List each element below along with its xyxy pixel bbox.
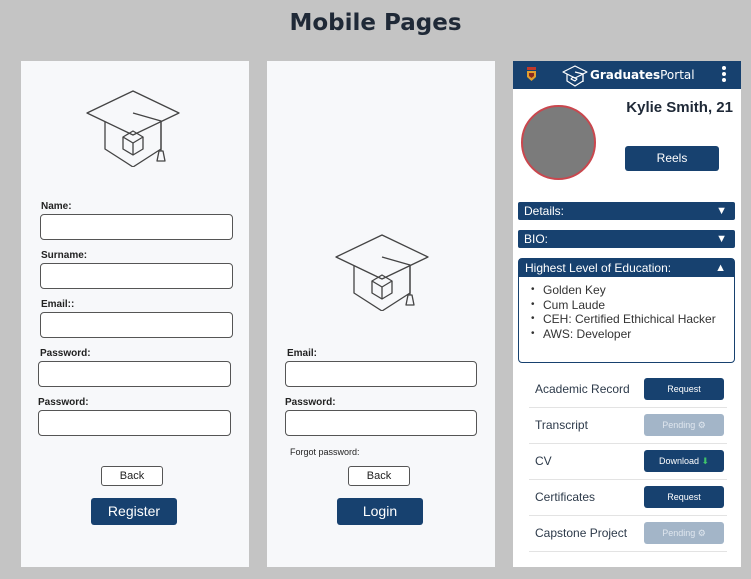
- email-field[interactable]: [285, 361, 477, 387]
- doc-label: CV: [535, 454, 552, 468]
- doc-row-cv: CV Download ⬇: [529, 444, 727, 480]
- gear-icon: ⚙: [697, 420, 706, 430]
- details-label: Details:: [524, 204, 565, 218]
- reels-button[interactable]: Reels: [625, 146, 719, 171]
- download-label: Download: [658, 456, 699, 466]
- email-field[interactable]: [40, 312, 233, 338]
- name-label: Name:: [41, 201, 72, 212]
- download-button[interactable]: Download ⬇: [644, 450, 724, 472]
- list-item: CEH: Certified Ethichical Hacker: [531, 312, 731, 327]
- password-label: Password:: [40, 348, 91, 359]
- details-section-toggle[interactable]: Details: ▼: [518, 202, 735, 220]
- bio-label: BIO:: [524, 232, 549, 246]
- profile-screen: GraduatesPortal Kylie Smith, 21 Reels De…: [513, 61, 741, 567]
- pending-label: Pending: [662, 528, 696, 538]
- bio-section-toggle[interactable]: BIO: ▼: [518, 230, 735, 248]
- graduation-cap-icon: [562, 65, 588, 87]
- email-label: Email:: [287, 348, 318, 359]
- profile-name: Kylie Smith, 21: [626, 99, 733, 116]
- doc-label: Transcript: [535, 418, 588, 432]
- graduation-cap-icon: [86, 90, 180, 167]
- forgot-password-link[interactable]: Forgot password:: [290, 447, 360, 457]
- doc-label: Certificates: [535, 490, 596, 504]
- triangle-up-icon: ▲: [715, 262, 726, 274]
- triangle-down-icon: ▼: [716, 233, 727, 245]
- education-section-toggle[interactable]: Highest Level of Education: ▲: [519, 259, 734, 277]
- surname-label: Surname:: [41, 250, 88, 261]
- brand-name: GraduatesPortal: [590, 68, 695, 82]
- surname-field[interactable]: [40, 263, 233, 289]
- back-button[interactable]: Back: [101, 466, 163, 486]
- request-button[interactable]: Request: [644, 378, 724, 400]
- education-panel: Highest Level of Education: ▲ Golden Key…: [518, 258, 735, 363]
- doc-label: Capstone Project: [535, 526, 628, 540]
- request-label: Request: [667, 492, 701, 502]
- back-button[interactable]: Back: [348, 466, 410, 486]
- pending-label: Pending: [662, 420, 696, 430]
- doc-label: Academic Record: [535, 382, 630, 396]
- list-item: Cum Laude: [531, 298, 731, 313]
- password-field[interactable]: [38, 361, 231, 387]
- email-label: Email::: [41, 299, 75, 310]
- triangle-down-icon: ▼: [716, 205, 727, 217]
- doc-row-capstone-project: Capstone Project Pending ⚙: [529, 516, 727, 552]
- brand-light: Portal: [660, 68, 695, 82]
- request-label: Request: [667, 384, 701, 394]
- app-header: GraduatesPortal: [513, 61, 741, 89]
- doc-row-academic-record: Academic Record Request: [529, 372, 727, 408]
- register-screen: Name: Surname: Email:: Password: Passwor…: [21, 61, 249, 567]
- login-button[interactable]: Login: [337, 498, 423, 525]
- education-list: Golden Key Cum Laude CEH: Certified Ethi…: [531, 283, 731, 341]
- pending-button[interactable]: Pending ⚙: [644, 414, 724, 436]
- doc-row-certificates: Certificates Request: [529, 480, 727, 516]
- graduation-cap-icon: [335, 234, 429, 311]
- register-button[interactable]: Register: [91, 498, 177, 525]
- avatar[interactable]: [521, 105, 596, 180]
- confirm-password-label: Password:: [38, 397, 89, 408]
- confirm-password-field[interactable]: [38, 410, 231, 436]
- education-heading: Highest Level of Education:: [525, 261, 672, 275]
- list-item: AWS: Developer: [531, 327, 731, 342]
- page-title: Mobile Pages: [289, 10, 462, 36]
- list-item: Golden Key: [531, 283, 731, 298]
- name-field[interactable]: [40, 214, 233, 240]
- pending-button[interactable]: Pending ⚙: [644, 522, 724, 544]
- download-icon: ⬇: [701, 456, 710, 466]
- doc-row-transcript: Transcript Pending ⚙: [529, 408, 727, 444]
- password-label: Password:: [285, 397, 336, 408]
- gear-icon: ⚙: [697, 528, 706, 538]
- crest-icon: [527, 67, 536, 81]
- request-button[interactable]: Request: [644, 486, 724, 508]
- password-field[interactable]: [285, 410, 477, 436]
- more-menu-icon[interactable]: [721, 66, 727, 84]
- brand-bold: Graduates: [590, 68, 661, 82]
- login-screen: Email: Password: Forgot password: Back L…: [267, 61, 495, 567]
